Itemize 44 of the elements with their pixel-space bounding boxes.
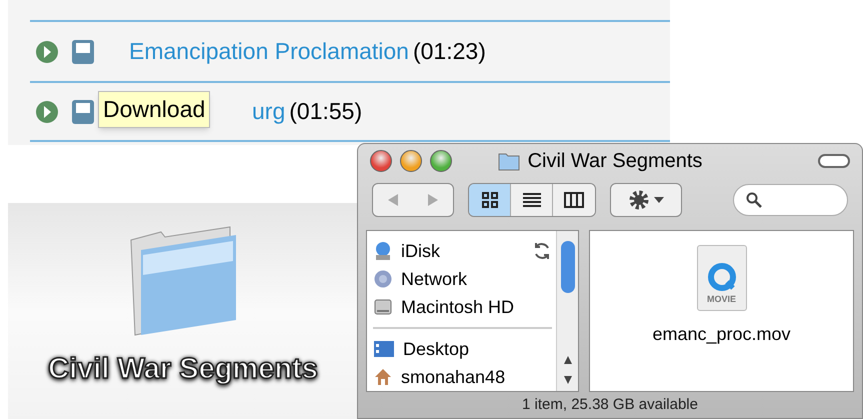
window-title: Civil War Segments bbox=[528, 149, 702, 174]
gear-icon bbox=[628, 189, 650, 211]
file-type-label: MOVIE bbox=[706, 292, 736, 306]
folder-icon bbox=[498, 151, 520, 171]
view-button[interactable] bbox=[469, 184, 511, 216]
scrollbar[interactable] bbox=[556, 231, 578, 391]
scroll-thumb[interactable] bbox=[560, 241, 574, 293]
search-field[interactable] bbox=[733, 184, 848, 216]
window-control-button[interactable] bbox=[370, 150, 392, 172]
window-control-button[interactable] bbox=[430, 150, 452, 172]
file-name: emanc_proc.mov bbox=[652, 323, 791, 346]
sidebar-item[interactable]: Network bbox=[373, 265, 552, 293]
grid-icon bbox=[482, 192, 498, 208]
search-icon bbox=[746, 192, 762, 208]
window-control-button[interactable] bbox=[400, 150, 422, 172]
hard-drive-icon bbox=[373, 297, 393, 317]
view-button[interactable] bbox=[553, 184, 595, 216]
movie-file-icon[interactable]: MOVIE bbox=[696, 245, 746, 311]
view-button[interactable] bbox=[511, 184, 553, 216]
view-segmented-control[interactable] bbox=[468, 183, 596, 217]
q-logo-icon bbox=[706, 262, 736, 292]
sidebar-item[interactable]: iDisk bbox=[373, 237, 552, 265]
clip-duration: (01:55) bbox=[289, 97, 362, 126]
status-bar-text: 1 item, 25.38 GB available bbox=[522, 394, 698, 415]
up-arrow-icon[interactable] bbox=[562, 355, 572, 365]
clip-duration: (01:23) bbox=[412, 37, 486, 66]
play-icon[interactable] bbox=[35, 40, 59, 64]
toolbar-toggle-button[interactable] bbox=[818, 154, 850, 168]
sidebar-item[interactable]: Macintosh HD bbox=[373, 293, 552, 321]
list-icon bbox=[522, 192, 540, 208]
sidebar-item[interactable]: Desktop bbox=[373, 335, 552, 363]
house-icon bbox=[373, 367, 393, 387]
down-arrow-icon[interactable] bbox=[562, 375, 572, 385]
tooltip: Download bbox=[98, 91, 210, 128]
sync-icon bbox=[532, 241, 552, 261]
caret-icon bbox=[654, 197, 664, 203]
columns-icon bbox=[564, 192, 584, 208]
globe-icon bbox=[373, 269, 393, 289]
globe-drive-icon bbox=[373, 241, 393, 261]
play-icon[interactable] bbox=[35, 100, 59, 124]
desktop-icon bbox=[373, 340, 395, 358]
sidebar-item[interactable]: smonahan48 bbox=[373, 363, 552, 391]
action-menu-button[interactable] bbox=[610, 183, 682, 217]
folder-label: Civil War Segments bbox=[48, 352, 318, 387]
